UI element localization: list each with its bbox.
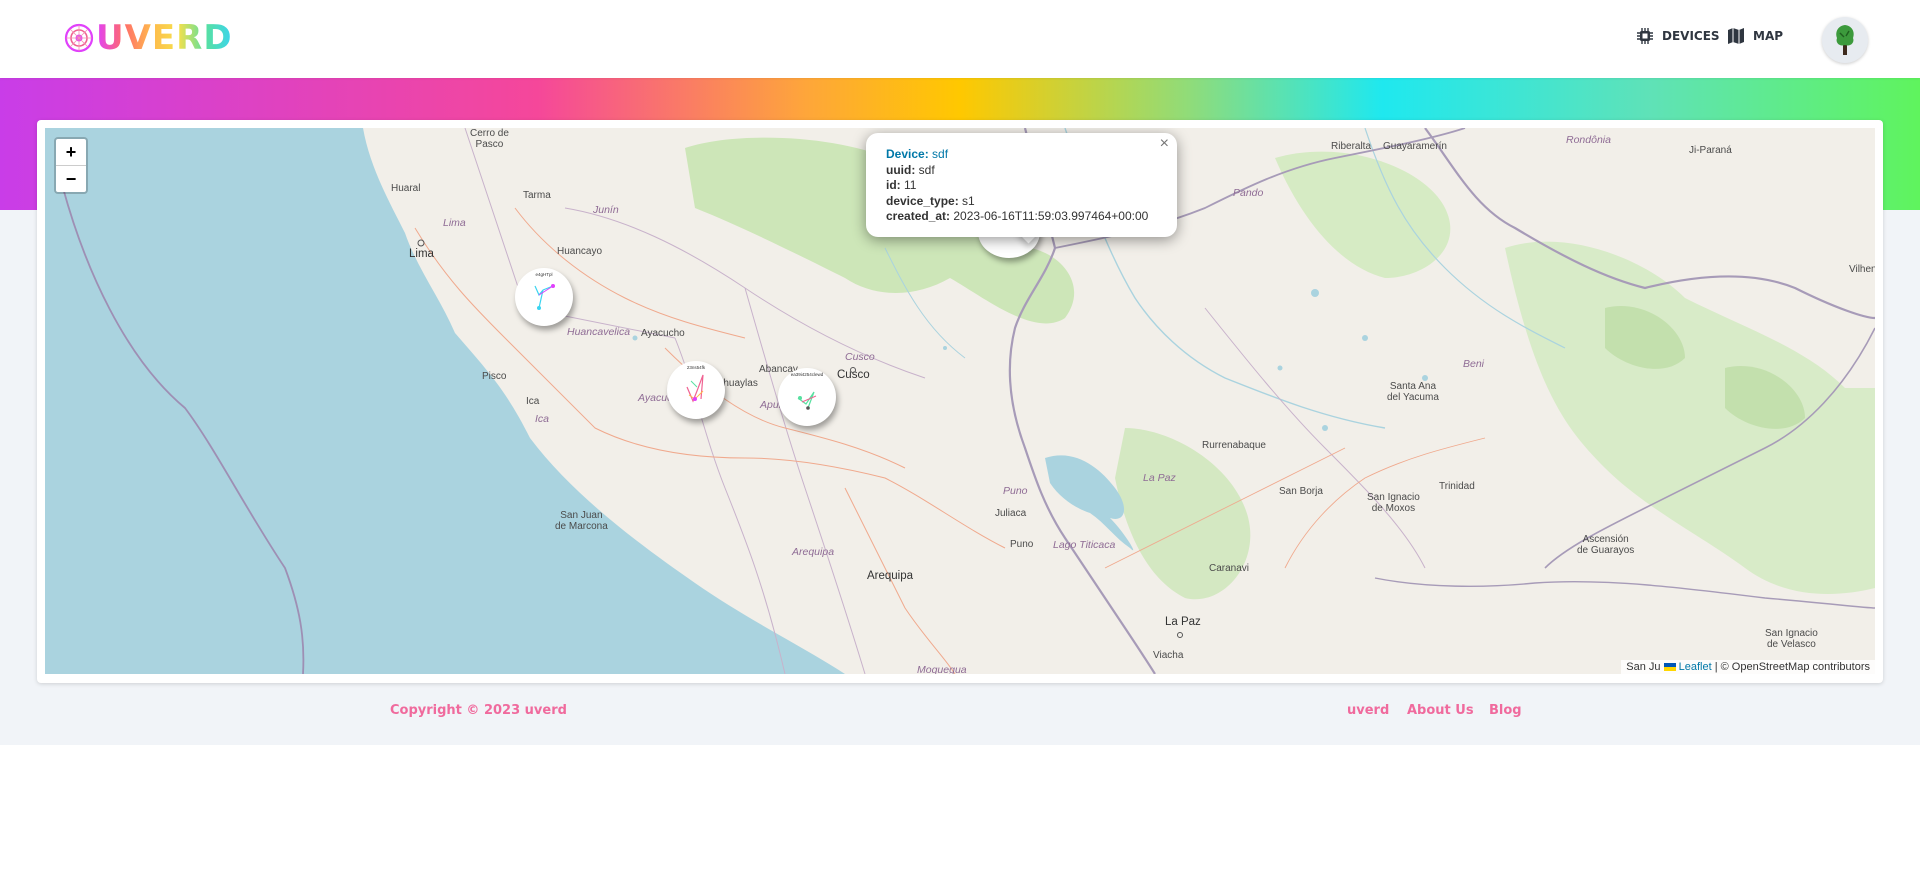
nav-devices-label: DEVICES <box>1662 29 1720 43</box>
popup-type-value: s1 <box>962 193 975 208</box>
popup-type-label: device_type: <box>886 193 959 208</box>
marker-label: e4gHTpl <box>535 272 553 277</box>
osm-attribution: | © OpenStreetMap contributors <box>1711 661 1870 673</box>
device-marker[interactable]: 23ns54fk <box>667 361 725 419</box>
popup-id-label: id: <box>886 178 901 192</box>
popup-id-value: 11 <box>904 178 917 192</box>
marker-label: ea39i4254clewd <box>790 372 824 377</box>
leaflet-link[interactable]: Leaflet <box>1679 661 1712 673</box>
device-marker[interactable]: e4gHTpl <box>515 268 573 326</box>
device-popup: × Device: sdf uuid: sdf id: 11 device_ty… <box>866 133 1177 237</box>
footer-link-uverd[interactable]: uverd <box>1347 703 1389 718</box>
chip-icon <box>1637 28 1653 44</box>
top-header: UVERD DEVICES MAP <box>0 0 1920 78</box>
zoom-control: + − <box>54 137 88 194</box>
device-marker[interactable]: ea39i4254clewd <box>778 368 836 426</box>
footer-link-blog[interactable]: Blog <box>1489 703 1522 718</box>
popup-device-label: Device: <box>886 147 929 161</box>
popup-uuid-value: sdf <box>918 162 935 177</box>
flower-logo-icon <box>64 23 94 53</box>
uverd-logo[interactable]: UVERD <box>64 18 233 58</box>
map-icon <box>1728 28 1744 44</box>
nav-map-label: MAP <box>1753 29 1784 43</box>
map-attribution: San Ju Leaflet | © OpenStreetMap contrib… <box>1621 660 1875 674</box>
popup-created-label: created_at: <box>886 209 951 223</box>
popup-body: Device: sdf uuid: sdf id: 11 device_type… <box>886 147 1148 225</box>
tree-avatar-icon <box>1836 25 1854 55</box>
popup-device-link[interactable]: sdf <box>932 147 948 161</box>
map-view[interactable]: Cerro de Pasco Huaral Tarma Junín Lima L… <box>45 128 1875 674</box>
nav-devices[interactable]: DEVICES <box>1636 27 1720 45</box>
footer-copyright: Copyright © 2023 uverd <box>390 703 567 718</box>
nav-map[interactable]: MAP <box>1727 27 1783 45</box>
popup-created-value: 2023-06-16T11:59:03.997464+00:00 <box>953 209 1149 223</box>
zoom-out-button[interactable]: − <box>56 166 86 192</box>
user-avatar[interactable] <box>1822 17 1868 63</box>
ukraine-flag-icon <box>1663 663 1676 672</box>
popup-close-button[interactable]: × <box>1160 135 1169 153</box>
marker-label: 23ns54fk <box>686 365 706 370</box>
popup-uuid-label: uuid: <box>886 162 916 177</box>
attribution-prefix: San Ju <box>1626 661 1661 673</box>
zoom-in-button[interactable]: + <box>56 139 86 166</box>
logo-text: UVERD <box>96 18 233 58</box>
footer-link-about[interactable]: About Us <box>1407 703 1474 718</box>
